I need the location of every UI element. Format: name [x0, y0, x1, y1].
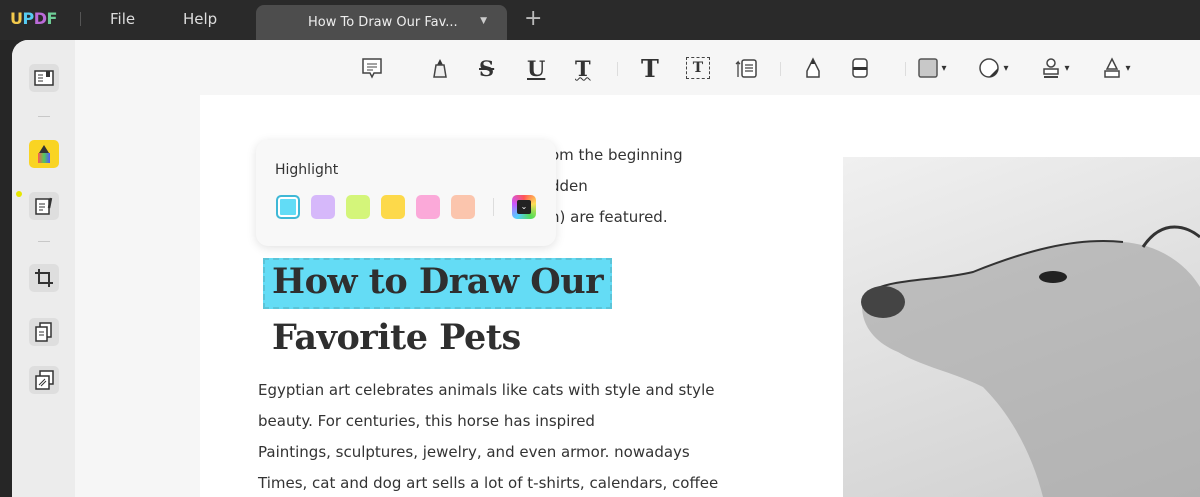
updf-logo: UPDF [10, 9, 57, 28]
squiggly-icon[interactable]: T [575, 54, 591, 82]
divider [493, 198, 494, 216]
divider [38, 241, 50, 242]
stamp-icon[interactable]: ▾ [1041, 54, 1070, 82]
eraser-icon[interactable] [851, 54, 869, 82]
comment-highlighter-icon[interactable] [29, 140, 59, 168]
chevron-down-icon: ⌄ [517, 200, 531, 214]
text-line: n) are featured. [550, 208, 668, 226]
menu-file[interactable]: File [110, 10, 135, 28]
sticker-icon[interactable]: ▾ [978, 54, 1009, 82]
document-tab[interactable]: How To Draw Our Fav... ▼ [256, 5, 507, 41]
divider [905, 62, 906, 76]
reader-icon[interactable] [29, 64, 59, 92]
divider [617, 62, 618, 76]
organize-pages-icon[interactable] [29, 318, 59, 346]
new-tab-button[interactable]: + [524, 6, 542, 31]
popup-title: Highlight [275, 162, 339, 178]
strikethrough-icon[interactable]: S [479, 54, 494, 82]
divider [38, 116, 50, 117]
signature-icon[interactable]: ▾ [1102, 54, 1131, 82]
color-swatch-pink[interactable] [416, 195, 440, 219]
color-swatch-purple[interactable] [311, 195, 335, 219]
text-callout-icon[interactable] [734, 54, 758, 82]
convert-icon[interactable] [29, 366, 59, 394]
underline-icon[interactable]: U [527, 54, 545, 82]
divider [780, 62, 781, 76]
panel-handle[interactable] [16, 191, 22, 197]
workspace: S U T T T ▾ ▾ ▾ ▾ om the beginning dden … [12, 40, 1200, 497]
shape-icon[interactable]: ▾ [918, 54, 947, 82]
divider [80, 12, 81, 26]
comment-icon[interactable] [361, 54, 383, 82]
dog-sketch-image [843, 157, 1200, 497]
pencil-icon[interactable] [804, 54, 822, 82]
edit-pdf-icon[interactable] [29, 192, 59, 220]
title-bar: UPDF File Help How To Draw Our Fav... ▼ … [0, 0, 1200, 41]
tab-title: How To Draw Our Fav... [308, 15, 458, 30]
menu-help[interactable]: Help [183, 10, 217, 28]
text-line: dden [550, 177, 588, 195]
color-swatch-peach[interactable] [451, 195, 475, 219]
crop-icon[interactable] [29, 264, 59, 292]
body-paragraph: Egyptian art celebrates animals like cat… [258, 375, 718, 497]
intro-text: om the beginning dden n) are featured. [550, 140, 683, 233]
heading-line-1: How to Draw Our [272, 261, 604, 302]
text-line: beauty. For centuries, this horse has in… [258, 412, 595, 430]
custom-color-picker-button[interactable]: ⌄ [512, 195, 536, 219]
text-line: Times, cat and dog art sells a lot of t-… [258, 474, 719, 492]
highlight-color-popup: Highlight ⌄ [256, 140, 556, 246]
text-line: Egyptian art celebrates animals like cat… [258, 381, 715, 399]
highlight-icon[interactable] [431, 54, 449, 82]
color-swatch-lime[interactable] [346, 195, 370, 219]
text-line: om the beginning [550, 146, 683, 164]
text-line: Paintings, sculptures, jewelry, and even… [258, 443, 690, 461]
textbox-icon[interactable]: T [686, 57, 710, 79]
left-sidebar [12, 40, 75, 497]
heading-line-2: Favorite Pets [272, 317, 521, 358]
color-swatch-yellow[interactable] [381, 195, 405, 219]
color-swatch-cyan[interactable] [276, 195, 300, 219]
tab-dropdown-icon[interactable]: ▼ [480, 16, 487, 26]
text-icon[interactable]: T [641, 54, 659, 83]
